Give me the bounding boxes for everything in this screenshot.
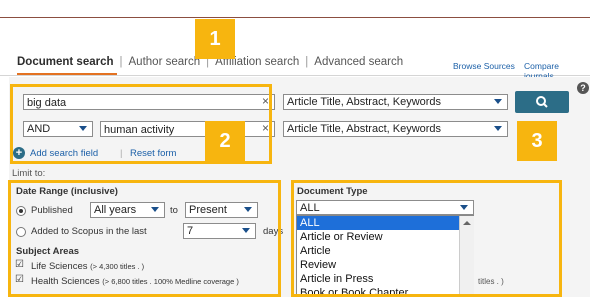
tab-advanced-search[interactable]: Advanced search [314,56,403,68]
tabs-divider [0,75,590,76]
search-field-select-2[interactable]: Article Title, Abstract, Keywords [283,121,508,137]
tab-document-search[interactable]: Document search [17,56,114,68]
tab-author-search[interactable]: Author search [129,56,201,68]
top-bar [0,0,590,18]
search-field-value: Article Title, Abstract, Keywords [287,123,442,135]
chevron-down-icon [494,126,502,131]
search-button[interactable] [515,91,569,113]
search-icon [536,96,548,108]
search-field-select-1[interactable]: Article Title, Abstract, Keywords [283,94,508,110]
tab-separator: | [305,56,309,68]
browse-sources-link[interactable]: Browse Sources [453,61,515,71]
annotation-box-2 [8,180,281,297]
annotation-badge-1: 1 [195,19,235,59]
help-icon[interactable]: ? [577,82,589,94]
annotation-badge-3: 3 [517,121,557,161]
annotation-box-3 [291,180,562,297]
tab-separator: | [119,56,123,68]
search-field-value: Article Title, Abstract, Keywords [287,96,442,108]
chevron-down-icon [494,99,502,104]
limit-to-label: Limit to: [12,168,46,179]
annotation-badge-2: 2 [205,121,245,161]
